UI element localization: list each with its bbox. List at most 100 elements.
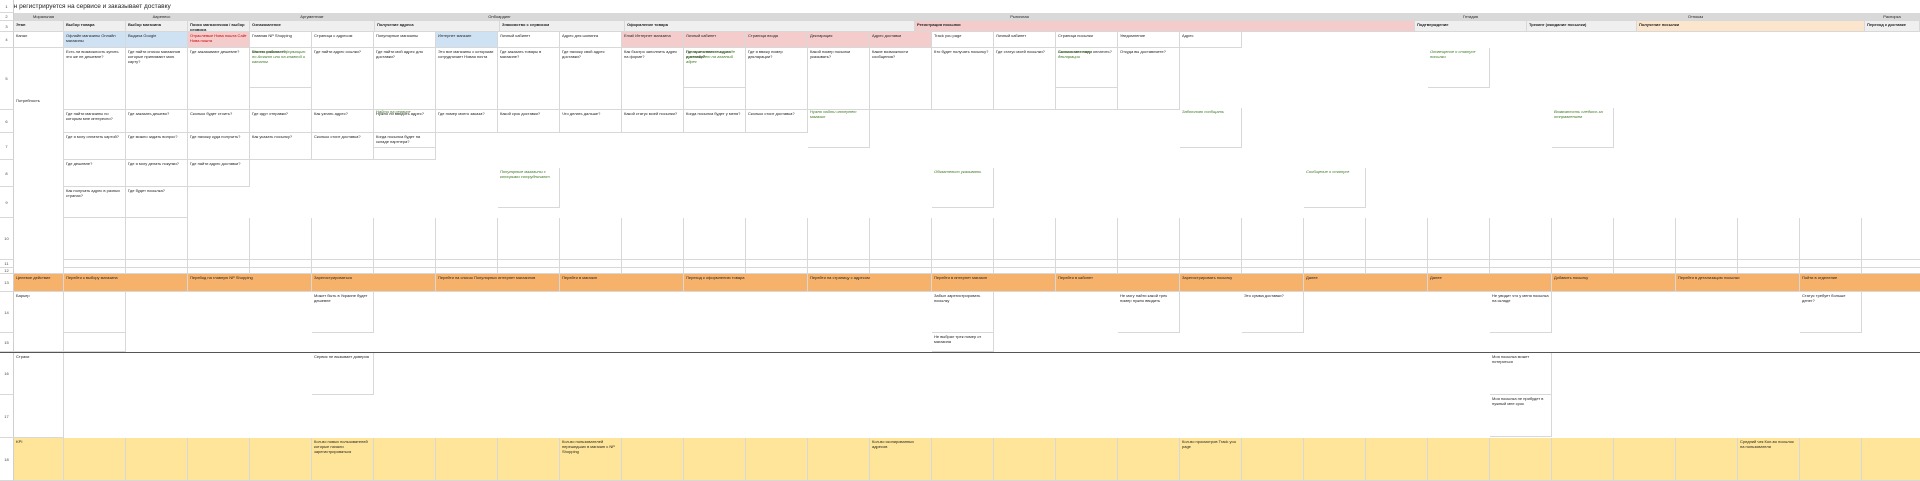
kpi-cell-bg[interactable]	[1366, 438, 1428, 481]
barrier-cell[interactable]: Не увидит что у меня посылка на складе	[1490, 292, 1552, 333]
kpi-cell-bg[interactable]	[498, 438, 560, 481]
need-cell[interactable]: Где найти мой адрес для доставки?	[374, 48, 436, 110]
empty-cell[interactable]	[1552, 260, 1614, 268]
action-cell[interactable]: Далее	[1428, 274, 1552, 292]
action-cell[interactable]: Пойти в отделение	[1800, 274, 1920, 292]
empty-cell[interactable]	[126, 260, 188, 268]
empty-cell[interactable]	[374, 260, 436, 268]
kpi-cell[interactable]: Средний чек Кол-во посылок на пользовате…	[1738, 438, 1800, 481]
channel-cell[interactable]: Страница посылки	[1056, 32, 1118, 48]
action-cell[interactable]: Перейти в кабинет	[1056, 274, 1180, 292]
stage-header-2[interactable]: Ааренесс	[74, 13, 250, 21]
need-cell[interactable]: Как быстро заполнить адрес на форме?	[622, 48, 684, 110]
note-cell[interactable]: Заполните номер декларации	[1056, 48, 1118, 88]
need-cell[interactable]: Где идут отправки?	[250, 110, 312, 133]
kpi-cell-bg[interactable]	[994, 438, 1056, 481]
empty-cell[interactable]	[1428, 218, 1490, 260]
struck-cell[interactable]	[64, 292, 126, 333]
substage-choose-service[interactable]: Поиск магазинчика / выбор сервиса	[188, 21, 250, 32]
need-cell[interactable]: Что делать дальше?	[560, 110, 622, 133]
kpi-cell-bg[interactable]	[126, 438, 188, 481]
need-cell[interactable]: Где я могу делать покупки?	[126, 160, 188, 187]
kpi-cell-bg[interactable]	[64, 438, 126, 481]
channel-label[interactable]: Канал	[14, 32, 64, 48]
need-cell[interactable]: Где заказать товары в магазине?	[498, 48, 560, 110]
kpi-cell-bg[interactable]	[1242, 438, 1304, 481]
channel-cell[interactable]: Уведомление	[1118, 32, 1180, 48]
stage-header-1[interactable]: Моральная	[14, 13, 74, 21]
need-cell[interactable]: Какой номер посылки указывать?	[808, 48, 870, 110]
need-cell[interactable]: Где номер моего заказа?	[436, 110, 498, 133]
substage-checkout[interactable]: Оформление товара	[625, 21, 915, 32]
action-cell[interactable]: Перейти на страницу с адресом	[808, 274, 932, 292]
empty-cell[interactable]	[312, 260, 374, 268]
empty-cell[interactable]	[498, 218, 560, 260]
barrier-cell[interactable]: Может быть в Украине будет дешевле	[312, 292, 374, 333]
substage-tracking[interactable]: Трекинг (ожидание посылки)	[1527, 21, 1637, 32]
stage-header-4[interactable]: Онбоардинг	[375, 13, 625, 21]
channel-cell[interactable]: Декларация	[808, 32, 870, 48]
kpi-cell-bg[interactable]	[684, 438, 746, 481]
barrier-cell[interactable]: Статус требует больше денег?	[1800, 292, 1862, 333]
kpi-cell-bg[interactable]	[1862, 438, 1920, 481]
kpi-cell-bg[interactable]	[436, 438, 498, 481]
empty-cell[interactable]	[188, 218, 250, 260]
need-cell[interactable]: Где я ввожу номер декларации?	[746, 48, 808, 110]
empty-cell[interactable]	[250, 218, 312, 260]
stage-header-7[interactable]: Отпоказ	[1527, 13, 1865, 21]
kpi-cell[interactable]: Кол-во просмотров Track you page	[1180, 438, 1242, 481]
channel-cell[interactable]: Интернет магазин	[436, 32, 498, 48]
action-cell[interactable]: Перейти к выбору магазина	[64, 274, 188, 292]
note-cell[interactable]: Популярные магазины с которыми сотруднич…	[498, 168, 560, 208]
struck-cell[interactable]	[64, 333, 126, 352]
need-cell[interactable]: Как указать посылку?	[250, 133, 312, 160]
empty-cell[interactable]	[498, 260, 560, 268]
empty-cell[interactable]	[994, 260, 1056, 268]
need-cell[interactable]: Где заказать дешево?	[126, 110, 188, 133]
need-cell[interactable]: Есть ли возможность купить это же не деш…	[64, 48, 126, 110]
stage-header-8[interactable]: Распорка	[1865, 13, 1920, 21]
kpi-label[interactable]: KPI	[14, 438, 64, 481]
empty-cell[interactable]	[684, 260, 746, 268]
row-number[interactable]: 18	[0, 438, 14, 481]
barriers-label[interactable]: Барьер	[14, 292, 64, 352]
channel-cell[interactable]: Личный кабинет	[498, 32, 560, 48]
kpi-cell-bg[interactable]	[746, 438, 808, 481]
kpi-cell-bg[interactable]	[250, 438, 312, 481]
need-cell[interactable]: Где можно задать вопрос?	[126, 133, 188, 160]
empty-cell[interactable]	[1428, 260, 1490, 268]
need-cell[interactable]: Где найти магазины по которым мне интере…	[64, 110, 126, 133]
kpi-cell-bg[interactable]	[1490, 438, 1552, 481]
empty-cell[interactable]	[436, 260, 498, 268]
kpi-cell-bg[interactable]	[1118, 438, 1180, 481]
substage-delivery[interactable]: Переход к доставке	[1865, 21, 1920, 32]
note-cell[interactable]: Нужно найти интернет магазин	[808, 108, 870, 148]
empty-cell[interactable]	[1676, 218, 1738, 260]
note-cell[interactable]: На ваше место на складе нужно будет на г…	[684, 48, 746, 88]
note-cell[interactable]: Возможность следить за отправлением	[1552, 108, 1614, 148]
stage-header-3[interactable]: Аргументиат	[250, 13, 375, 21]
empty-cell[interactable]	[560, 218, 622, 260]
empty-cell[interactable]	[622, 218, 684, 260]
need-cell[interactable]: Где найти адрес доставки?	[188, 160, 250, 187]
empty-cell[interactable]	[1800, 218, 1862, 260]
empty-cell[interactable]	[1118, 218, 1180, 260]
kpi-cell-bg[interactable]	[1614, 438, 1676, 481]
empty-cell[interactable]	[188, 260, 250, 268]
fear-cell[interactable]: Сервис не вызывает доверия	[312, 353, 374, 395]
kpi-cell[interactable]: Кол-во пользователей перешедших в магази…	[560, 438, 622, 481]
empty-cell[interactable]	[1738, 260, 1800, 268]
empty-cell[interactable]	[1614, 260, 1676, 268]
channel-cell[interactable]: Страница с адресом	[312, 32, 374, 48]
action-cell[interactable]: Перейти в магазин	[560, 274, 684, 292]
barrier-cell[interactable]: Не могу найти какой трек номер нужно вво…	[1118, 292, 1180, 333]
channel-cell[interactable]: Выдача Google	[126, 32, 188, 48]
row-number[interactable]: 6	[0, 110, 14, 133]
kpi-cell-bg[interactable]	[1800, 438, 1862, 481]
empty-cell[interactable]	[64, 218, 126, 260]
note-cell[interactable]: Обязательно указывать	[932, 168, 994, 208]
need-cell[interactable]: Где найти список магазинов которые прини…	[126, 48, 188, 110]
need-cell[interactable]: Как узнать адрес?	[312, 110, 374, 133]
empty-cell[interactable]	[684, 218, 746, 260]
empty-cell[interactable]	[932, 260, 994, 268]
